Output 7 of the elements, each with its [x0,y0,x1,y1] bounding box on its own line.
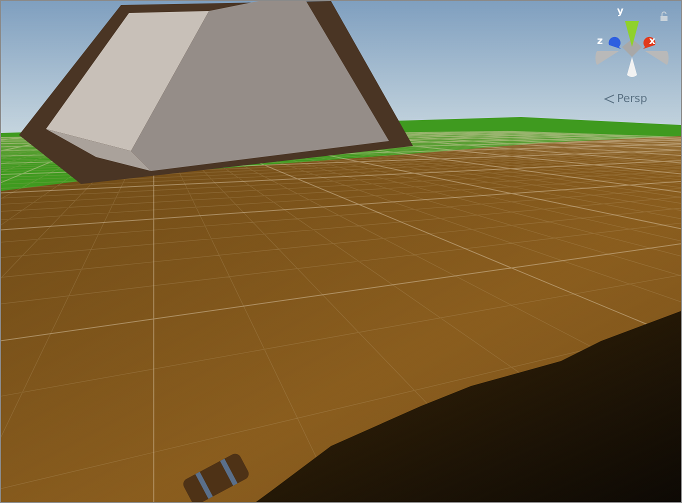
axis-label: x [649,37,656,47]
scene-viewport[interactable]: y z x Persp [0,0,682,503]
lock-icon[interactable] [659,11,669,21]
axis-label: y [617,7,624,17]
projection-label[interactable]: Persp [617,93,648,105]
chevron-left-icon[interactable] [603,94,615,104]
axis-label: z [597,37,603,47]
